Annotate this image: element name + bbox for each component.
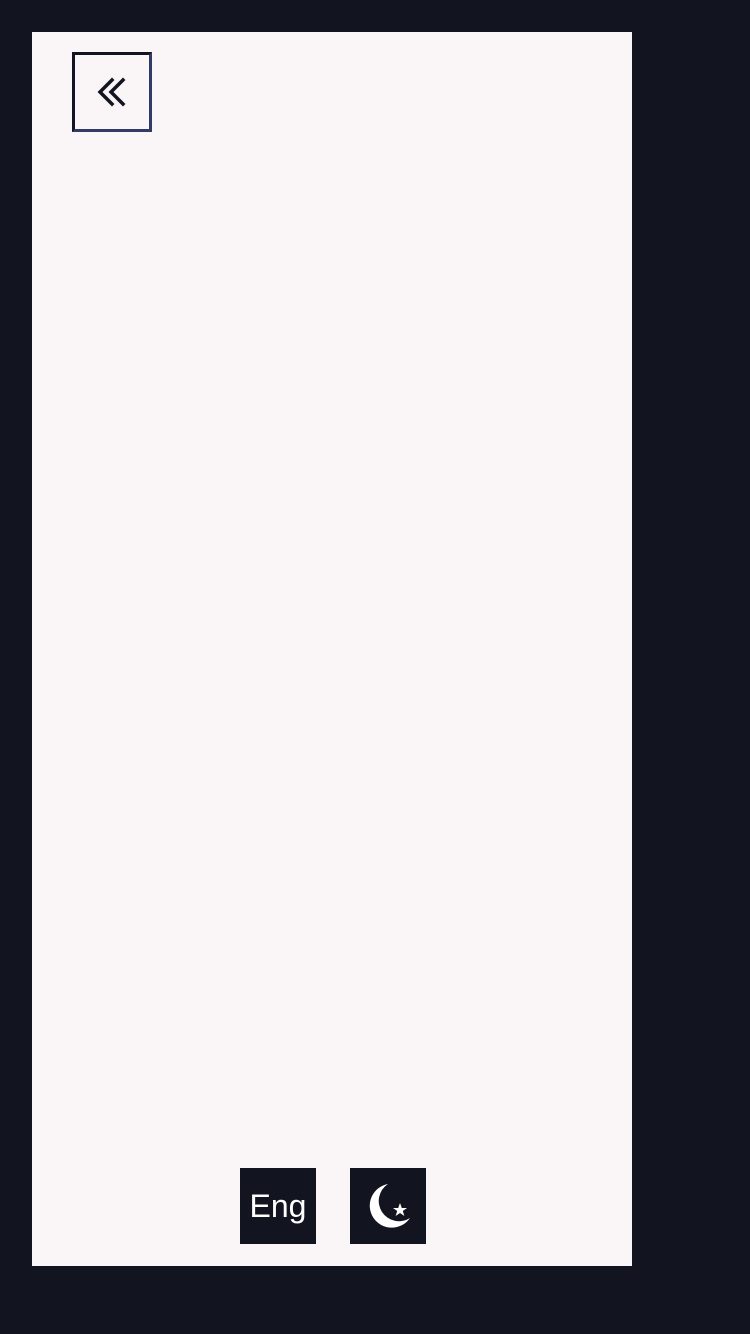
chevrons-left-icon [95,75,129,109]
moon-star-icon [362,1180,414,1232]
language-button[interactable]: Eng [240,1168,316,1244]
collapse-drawer-button[interactable] [72,52,152,132]
theme-toggle-button[interactable] [350,1168,426,1244]
side-drawer: Eng [32,32,632,1266]
language-label: Eng [249,1187,307,1224]
